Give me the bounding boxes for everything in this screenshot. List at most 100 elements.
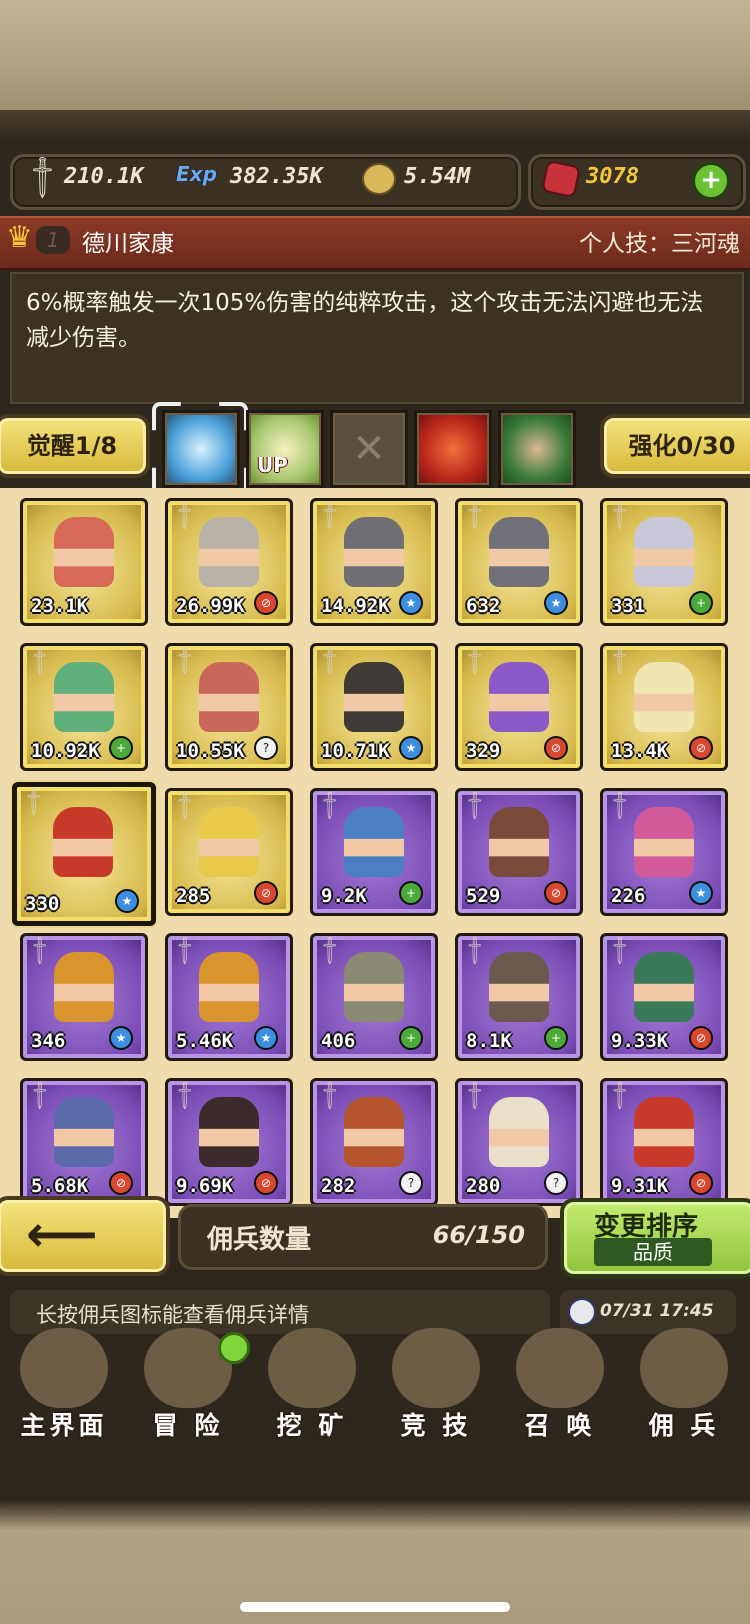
mercenary-card[interactable]: 🗡 9.69K ⊘ xyxy=(165,1078,293,1206)
mercenary-level: 529 xyxy=(466,885,501,907)
red-badge-icon: ⊘ xyxy=(544,881,568,905)
mercenary-level: 346 xyxy=(31,1030,66,1052)
sword-icon: 🗡 xyxy=(602,787,638,823)
green-badge-icon: + xyxy=(544,1026,568,1050)
empty-slot-x-icon[interactable]: ✕ xyxy=(330,410,408,488)
attack-value: 210.1K xyxy=(64,164,144,189)
red-badge-icon: ⊘ xyxy=(544,736,568,760)
pickaxe-icon xyxy=(268,1328,356,1408)
lightning-orb-icon[interactable] xyxy=(162,410,240,488)
mercenary-level: 13.4K xyxy=(611,740,669,762)
mercenary-portrait xyxy=(489,807,549,877)
mercenary-level: 329 xyxy=(466,740,501,762)
mercenary-portrait xyxy=(489,952,549,1022)
mercenary-card[interactable]: 🗡 330 ★ xyxy=(12,782,156,926)
mercenary-level: 282 xyxy=(321,1175,356,1197)
sword-icon: 🗡 xyxy=(602,1077,638,1113)
mercenary-card[interactable]: 🗡 226 ★ xyxy=(600,788,728,916)
mercenary-card[interactable]: 🗡 331 + xyxy=(600,498,728,626)
mercenary-portrait xyxy=(344,952,404,1022)
home-indicator[interactable] xyxy=(240,1602,510,1612)
mercenary-card[interactable]: 🗡 285 ⊘ xyxy=(165,788,293,916)
mercenary-level: 5.68K xyxy=(31,1175,89,1197)
sort-quality: 品质 xyxy=(594,1238,712,1266)
nav-item[interactable]: 挖 矿 xyxy=(250,1320,374,1448)
mercenary-portrait xyxy=(634,517,694,587)
mercenary-card[interactable]: 🗡 280? xyxy=(455,1078,583,1206)
count-label: 佣兵数量 xyxy=(207,1225,312,1255)
back-button[interactable]: ⟵ xyxy=(0,1196,170,1276)
mercenary-card[interactable]: 🗡 8.1K + xyxy=(455,933,583,1061)
green-badge-icon: + xyxy=(399,1026,423,1050)
mercenary-level: 632 xyxy=(466,595,501,617)
mercenary-level: 406 xyxy=(321,1030,356,1052)
mercenary-card[interactable]: 🗡 9.31K ⊘ xyxy=(600,1078,728,1206)
enhance-button[interactable]: 强化0/30 xyxy=(600,414,750,478)
musket-icon[interactable] xyxy=(414,410,492,488)
mercenary-card[interactable]: 🗡 529 ⊘ xyxy=(455,788,583,916)
mercenary-card[interactable]: 🗡 13.4K ⊘ xyxy=(600,643,728,771)
mercenary-portrait xyxy=(634,807,694,877)
mercenary-card[interactable]: 🗡 9.33K ⊘ xyxy=(600,933,728,1061)
sort-button[interactable]: 变更排序 品质 xyxy=(560,1198,750,1278)
mercenary-card[interactable]: 🗡 10.71K ★ xyxy=(310,643,438,771)
crown-icon: ♛ xyxy=(6,220,33,255)
mercenary-portrait xyxy=(634,952,694,1022)
hero-name: 德川家康 xyxy=(82,231,174,257)
gold-coin-icon xyxy=(362,163,396,195)
mercenary-card[interactable]: 🗡 26.99K ⊘ xyxy=(165,498,293,626)
bottom-nav: 主界面 冒 险 挖 矿 竞 技 召 唤 佣 兵 xyxy=(0,1320,750,1448)
sword-icon: 🗡 xyxy=(602,642,638,678)
mercenary-portrait xyxy=(54,517,114,587)
mercenary-portrait xyxy=(54,1097,114,1167)
mercenary-level: 226 xyxy=(611,885,646,907)
sword-icon: 🗡 xyxy=(167,787,203,823)
mercenary-portrait xyxy=(634,1097,694,1167)
gem-icon xyxy=(541,159,581,199)
awaken-button[interactable]: 觉醒1/8 xyxy=(0,414,150,478)
sword-icon: 🗡 xyxy=(167,497,203,533)
mercenary-portrait xyxy=(344,1097,404,1167)
mercenary-card[interactable]: 23.1K xyxy=(20,498,148,626)
sword-icon: 🗡 xyxy=(167,1077,203,1113)
scroll-icon[interactable] xyxy=(498,410,576,488)
red-badge-icon: ⊘ xyxy=(689,1171,713,1195)
gem-value: 3078 xyxy=(586,164,639,189)
mercenary-card[interactable]: 🗡 282? xyxy=(310,1078,438,1206)
mercenary-level: 9.69K xyxy=(176,1175,234,1197)
nav-label: 佣 兵 xyxy=(648,1411,720,1440)
sword-icon: 🗡 xyxy=(312,932,348,968)
blue-badge-icon: ★ xyxy=(399,591,423,615)
mercenary-card[interactable]: 🗡 9.2K + xyxy=(310,788,438,916)
mercenary-card[interactable]: 🗡 406 + xyxy=(310,933,438,1061)
mercenary-portrait xyxy=(489,517,549,587)
plus-icon[interactable]: + xyxy=(692,162,730,200)
mercenary-card[interactable]: 🗡 346 ★ xyxy=(20,933,148,1061)
mercenary-portrait xyxy=(634,662,694,732)
red-badge-icon: ⊘ xyxy=(254,881,278,905)
mercenary-card[interactable]: 🗡 10.55K? xyxy=(165,643,293,771)
time-text: 07/31 17:45 xyxy=(600,1301,714,1321)
mercenary-card[interactable]: 🗡 14.92K ★ xyxy=(310,498,438,626)
mercenary-portrait xyxy=(489,662,549,732)
red-badge-icon: ⊘ xyxy=(254,591,278,615)
mercenary-count-bar: 佣兵数量 66/150 xyxy=(178,1204,548,1270)
nav-item[interactable]: 竞 技 xyxy=(374,1320,498,1448)
mercenary-level: 10.55K xyxy=(176,740,245,762)
nav-item[interactable]: 召 唤 xyxy=(498,1320,622,1448)
nav-label: 竞 技 xyxy=(400,1411,472,1440)
mercenary-level: 331 xyxy=(611,595,646,617)
mercenary-level: 23.1K xyxy=(31,595,89,617)
mercenary-level: 280 xyxy=(466,1175,501,1197)
nav-item[interactable]: 主界面 xyxy=(2,1320,126,1448)
mercenary-card[interactable]: 🗡 329 ⊘ xyxy=(455,643,583,771)
mercenary-card[interactable]: 🗡 632 ★ xyxy=(455,498,583,626)
sword-icon: 🗡 xyxy=(602,932,638,968)
mercenary-card[interactable]: 🗡 5.46K ★ xyxy=(165,933,293,1061)
crown-up-icon[interactable]: UP xyxy=(246,410,324,488)
mercenary-card[interactable]: 🗡 5.68K ⊘ xyxy=(20,1078,148,1206)
nav-item[interactable]: 佣 兵 xyxy=(622,1320,746,1448)
sword-icon: 🗡 xyxy=(457,497,493,533)
mercenary-portrait xyxy=(54,662,114,732)
mercenary-card[interactable]: 🗡 10.92K + xyxy=(20,643,148,771)
